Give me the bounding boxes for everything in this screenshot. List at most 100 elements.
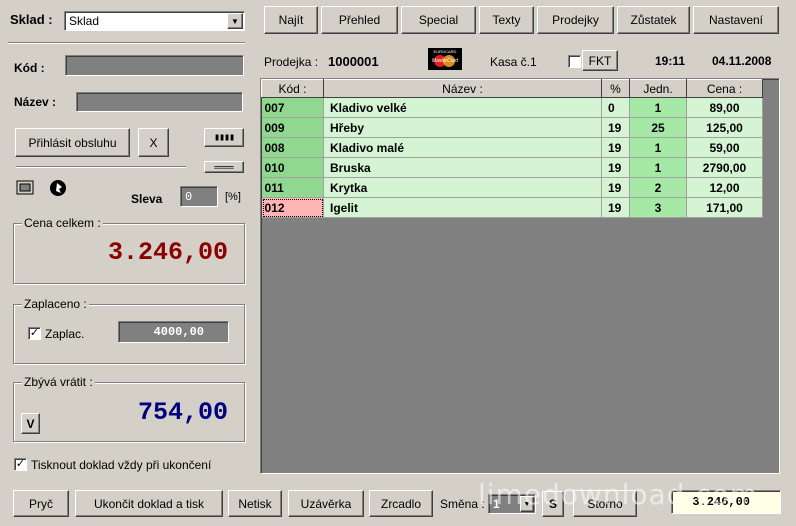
- balance-button[interactable]: Zůstatek: [617, 6, 690, 34]
- column-header-units[interactable]: Jedn.: [629, 79, 687, 98]
- paid-title: Zaplaceno :: [22, 297, 89, 311]
- grid-icon: ▮▮▮▮: [213, 132, 235, 144]
- receipt-label: Prodejka :: [264, 55, 319, 69]
- overview-button[interactable]: Přehled: [321, 6, 398, 34]
- login-operator-button[interactable]: Přihlásit obsluhu: [15, 128, 130, 157]
- list-icon: ═══: [214, 162, 234, 172]
- fkt-button[interactable]: FKT: [582, 50, 618, 71]
- cell-name[interactable]: Igelit: [323, 197, 602, 218]
- column-header-price[interactable]: Cena :: [686, 79, 763, 98]
- texts-button[interactable]: Texty: [479, 6, 534, 34]
- shift-value: 1: [493, 497, 500, 511]
- mastercard-icon[interactable]: EUROCARD MasterCard: [428, 48, 462, 70]
- paid-input[interactable]: 4000,00: [118, 321, 229, 343]
- sklad-select[interactable]: Sklad ▼: [64, 11, 245, 31]
- cell-price[interactable]: 59,00: [686, 137, 763, 158]
- return-button[interactable]: V: [21, 413, 40, 434]
- cancel-button[interactable]: Storno: [573, 490, 637, 517]
- table-row[interactable]: 009 Hřeby 19 25 125,00: [261, 117, 763, 138]
- column-header-name[interactable]: Název :: [323, 79, 602, 98]
- items-table: Kód : Název : % Jedn. Cena : 007 Kladivo …: [261, 79, 763, 218]
- name-input[interactable]: [76, 92, 243, 112]
- fkt-checkbox[interactable]: [568, 55, 581, 68]
- cell-units[interactable]: 1: [629, 157, 687, 178]
- finish-and-print-button[interactable]: Ukončit doklad a tisk: [75, 490, 223, 517]
- find-button[interactable]: Najít: [264, 6, 318, 34]
- cell-name[interactable]: Hřeby: [323, 117, 602, 138]
- column-header-code[interactable]: Kód :: [261, 79, 324, 98]
- items-grid[interactable]: Kód : Název : % Jedn. Cena : 007 Kladivo …: [260, 78, 780, 474]
- code-label: Kód :: [14, 61, 45, 75]
- cell-units[interactable]: 25: [629, 117, 687, 138]
- total-price-value: 3.246,00: [107, 238, 228, 267]
- card-top-text: EUROCARD: [433, 49, 457, 54]
- cell-vat[interactable]: 0: [601, 97, 630, 118]
- chevron-down-icon[interactable]: ▼: [227, 13, 243, 29]
- print-always-label: Tisknout doklad vždy při ukončení: [31, 458, 212, 472]
- register-label: Kasa č.1: [490, 55, 537, 69]
- exit-button[interactable]: Pryč: [13, 490, 69, 517]
- receipt-number: 1000001: [328, 54, 379, 69]
- cell-code[interactable]: 012: [261, 197, 324, 218]
- total-display: 3.246,00: [671, 490, 781, 514]
- divider: [8, 42, 245, 44]
- cell-units[interactable]: 2: [629, 177, 687, 198]
- cell-vat[interactable]: 19: [601, 137, 630, 158]
- discount-label: Sleva: [131, 192, 163, 206]
- cell-price[interactable]: 2790,00: [686, 157, 763, 178]
- cell-vat[interactable]: 19: [601, 117, 630, 138]
- table-row[interactable]: 007 Kladivo velké 0 1 89,00: [261, 97, 763, 118]
- s-button[interactable]: S: [542, 491, 564, 517]
- cell-code[interactable]: 010: [261, 157, 324, 178]
- paid-value: 4000,00: [153, 325, 204, 339]
- cell-code[interactable]: 011: [261, 177, 324, 198]
- table-row[interactable]: 008 Kladivo malé 19 1 59,00: [261, 137, 763, 158]
- cell-vat[interactable]: 19: [601, 177, 630, 198]
- discount-value: 0: [185, 190, 193, 204]
- shift-select[interactable]: 1 ▼: [488, 494, 536, 514]
- cell-code[interactable]: 008: [261, 137, 324, 158]
- cell-name[interactable]: Krytka: [323, 177, 602, 198]
- column-header-vat[interactable]: %: [601, 79, 630, 98]
- time-display: 19:11: [655, 54, 686, 68]
- closing-button[interactable]: Uzávěrka: [288, 490, 364, 517]
- receipts-button[interactable]: Prodejky: [537, 6, 614, 34]
- cell-name[interactable]: Kladivo velké: [323, 97, 602, 118]
- cell-price[interactable]: 171,00: [686, 197, 763, 218]
- paid-check-label: Zaplac.: [45, 327, 85, 341]
- table-row[interactable]: 010 Bruska 19 1 2790,00: [261, 157, 763, 178]
- discount-input[interactable]: 0: [180, 186, 218, 207]
- cell-code[interactable]: 007: [261, 97, 324, 118]
- cell-name[interactable]: Kladivo malé: [323, 137, 602, 158]
- change-value: 754,00: [137, 398, 228, 427]
- card-name-text: MasterCard: [431, 58, 459, 64]
- table-row[interactable]: 012 Igelit 19 3 171,00: [261, 197, 763, 218]
- list-view-button[interactable]: ═══: [204, 161, 244, 173]
- settings-button[interactable]: Nastavení: [693, 6, 779, 34]
- cell-price[interactable]: 12,00: [686, 177, 763, 198]
- grid-view-button[interactable]: ▮▮▮▮: [204, 128, 244, 147]
- mirror-button[interactable]: Zrcadlo: [369, 490, 433, 517]
- cell-units[interactable]: 1: [629, 137, 687, 158]
- total-price-title: Cena celkem :: [22, 216, 103, 230]
- cell-units[interactable]: 3: [629, 197, 687, 218]
- sklad-label: Sklad :: [10, 12, 53, 27]
- special-button[interactable]: Special: [401, 6, 476, 34]
- cell-code[interactable]: 009: [261, 117, 324, 138]
- discount-unit: [%]: [225, 191, 241, 203]
- cell-vat[interactable]: 19: [601, 197, 630, 218]
- cash-drawer-icon[interactable]: [16, 180, 34, 196]
- paid-checkbox[interactable]: ✓: [28, 327, 41, 340]
- no-print-button[interactable]: Netisk: [228, 490, 282, 517]
- chevron-down-icon[interactable]: ▼: [520, 496, 534, 512]
- print-always-checkbox[interactable]: ✓: [14, 458, 27, 471]
- cell-vat[interactable]: 19: [601, 157, 630, 178]
- cell-name[interactable]: Bruska: [323, 157, 602, 178]
- cell-units[interactable]: 1: [629, 97, 687, 118]
- cell-price[interactable]: 125,00: [686, 117, 763, 138]
- code-input[interactable]: [65, 55, 244, 76]
- table-row[interactable]: 011 Krytka 19 2 12,00: [261, 177, 763, 198]
- cell-price[interactable]: 89,00: [686, 97, 763, 118]
- clear-button[interactable]: X: [138, 128, 169, 157]
- head-icon[interactable]: [48, 178, 68, 198]
